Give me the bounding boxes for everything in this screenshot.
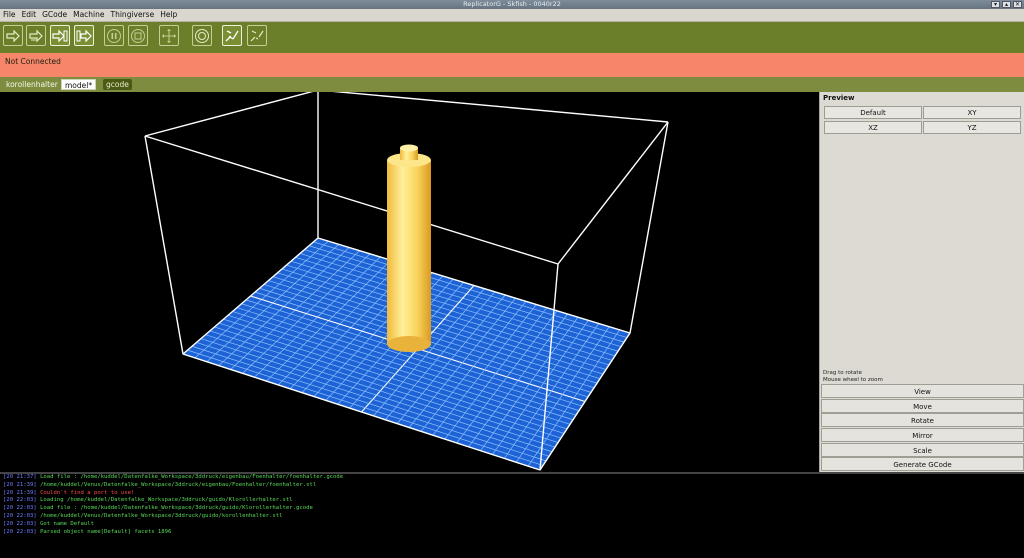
view-yz-button[interactable]: YZ bbox=[923, 121, 1021, 134]
console-line: [20 22:03] /home/kuddel/Venus/Datenfalke… bbox=[3, 512, 283, 519]
toolbar bbox=[0, 22, 1024, 53]
stop-button[interactable] bbox=[128, 25, 148, 46]
build-from-file-icon bbox=[76, 29, 92, 42]
console-line: [20 22:03] Load file : /home/kuddel/Date… bbox=[3, 505, 313, 512]
build-to-file-icon bbox=[52, 29, 68, 42]
view-xz-button[interactable]: XZ bbox=[824, 121, 922, 134]
tab-model[interactable]: model* bbox=[61, 79, 97, 90]
file-tab-strip: korollenhalter model* gcode bbox=[0, 77, 1024, 92]
console-line: [20 22:03] Loading /home/kuddel/Datenfal… bbox=[3, 497, 293, 504]
close-icon[interactable]: ✕ bbox=[1013, 1, 1022, 8]
maximize-icon[interactable]: ▴ bbox=[1002, 1, 1011, 8]
tab-gcode[interactable]: gcode bbox=[103, 79, 132, 90]
preview-title: Preview bbox=[823, 94, 855, 102]
menu-help[interactable]: Help bbox=[157, 9, 180, 21]
upload-button[interactable] bbox=[26, 25, 46, 46]
model-cylinder[interactable] bbox=[387, 144, 431, 353]
view-default-button[interactable]: Default bbox=[824, 106, 922, 119]
zoom-hint: Mouse wheel to zoom bbox=[823, 377, 883, 383]
console-line: [20 22:03] Parsed object name[Default] f… bbox=[3, 528, 172, 535]
connect-icon bbox=[225, 29, 239, 41]
control-panel-icon bbox=[162, 28, 176, 43]
minimize-icon[interactable]: ▾ bbox=[991, 1, 1000, 8]
upload-icon bbox=[29, 29, 43, 42]
reset-button[interactable] bbox=[192, 25, 212, 46]
build-to-file-button[interactable] bbox=[50, 25, 70, 46]
connect-button[interactable] bbox=[222, 25, 242, 46]
pause-button[interactable] bbox=[104, 25, 124, 46]
menu-edit[interactable]: Edit bbox=[19, 9, 40, 21]
menu-machine[interactable]: Machine bbox=[70, 9, 107, 21]
connection-status-bar: Not Connected bbox=[0, 53, 1024, 77]
menu-file[interactable]: File bbox=[0, 9, 19, 21]
console-line: [20 21:39] Couldn't find a port to use! bbox=[3, 489, 135, 496]
console-log[interactable]: [20 21:37] Load file : /home/kuddel/Date… bbox=[0, 472, 1024, 558]
menubar: File Edit GCode Machine Thingiverse Help bbox=[0, 9, 1024, 22]
tab-korollenhalter[interactable]: korollenhalter bbox=[3, 79, 61, 90]
build-icon bbox=[6, 29, 20, 42]
preview-canvas[interactable] bbox=[0, 92, 819, 472]
control-panel-button[interactable] bbox=[159, 25, 179, 46]
console-line: [20 21:39] /home/kuddel/Venus/Datenfalke… bbox=[3, 481, 317, 488]
disconnect-icon bbox=[250, 29, 264, 41]
window-title: ReplicatorG - Skfish - 0040r22 bbox=[463, 0, 561, 8]
view-action-button[interactable]: View bbox=[821, 384, 1024, 398]
mirror-action-button[interactable]: Mirror bbox=[821, 428, 1024, 442]
pause-icon bbox=[107, 28, 121, 43]
window-titlebar: ReplicatorG - Skfish - 0040r22 ▾ ▴ ✕ bbox=[0, 0, 1024, 9]
menu-gcode[interactable]: GCode bbox=[39, 9, 70, 21]
disconnect-button[interactable] bbox=[247, 25, 267, 46]
stop-icon bbox=[131, 28, 145, 43]
menu-thingiverse[interactable]: Thingiverse bbox=[108, 9, 158, 21]
build-from-file-button[interactable] bbox=[74, 25, 94, 46]
rotate-action-button[interactable]: Rotate bbox=[821, 413, 1024, 427]
console-line: [20 22:03] Got name Default bbox=[3, 520, 94, 527]
drag-hint: Drag to rotate bbox=[823, 370, 862, 376]
generate-gcode-button[interactable]: Generate GCode bbox=[821, 457, 1024, 471]
view-xy-button[interactable]: XY bbox=[923, 106, 1021, 119]
reset-icon bbox=[195, 28, 209, 43]
connection-status-text: Not Connected bbox=[5, 57, 61, 66]
move-action-button[interactable]: Move bbox=[821, 399, 1024, 413]
console-line: [20 21:37] Load file : /home/kuddel/Date… bbox=[3, 474, 344, 480]
preview-side-panel: Preview Default XY XZ YZ Drag to rotate … bbox=[819, 92, 1024, 472]
build-button[interactable] bbox=[3, 25, 23, 46]
scale-action-button[interactable]: Scale bbox=[821, 443, 1024, 457]
model-preview-viewport[interactable] bbox=[0, 92, 819, 472]
